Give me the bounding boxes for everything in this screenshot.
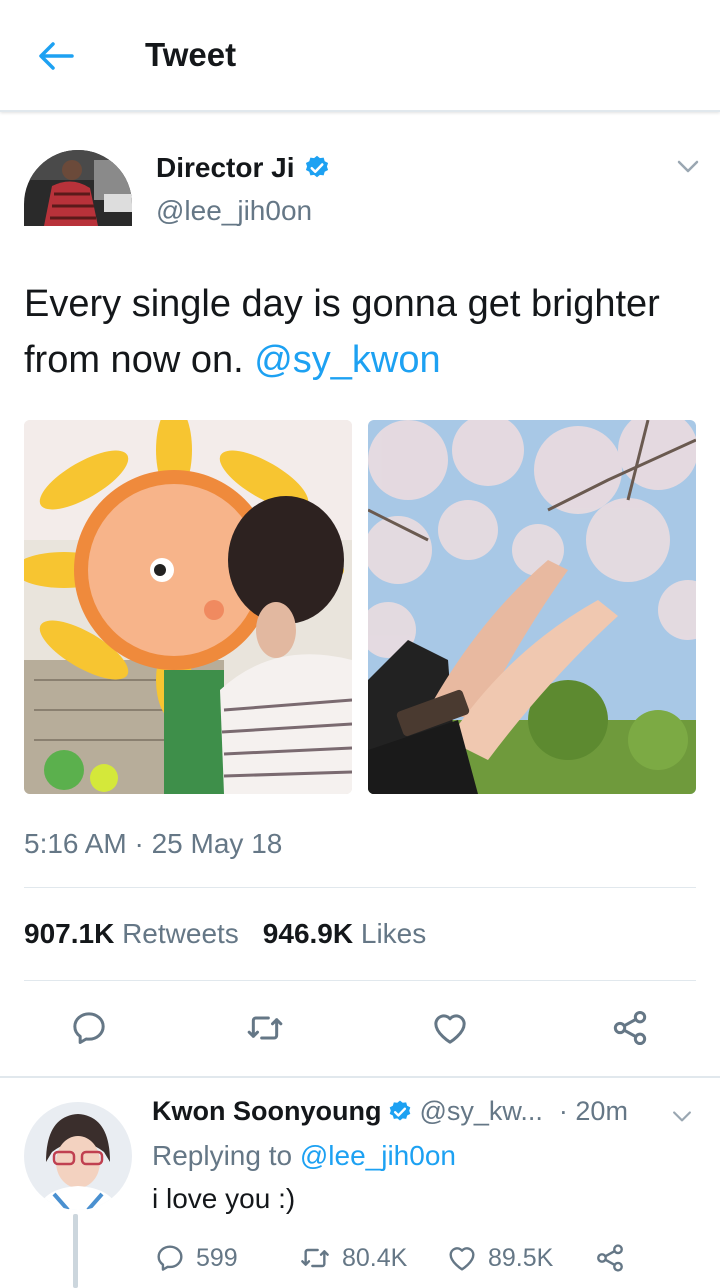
verified-badge-icon <box>390 1100 411 1121</box>
divider <box>24 887 696 888</box>
like-icon <box>434 1014 466 1044</box>
tweet-text: Every single day is gonna get brighter f… <box>24 276 694 388</box>
likes-stat[interactable]: 946.9K Likes <box>263 918 426 950</box>
tweet-photo-hands[interactable] <box>368 420 696 794</box>
reply-button[interactable] <box>67 1006 111 1050</box>
reply-share-button[interactable] <box>594 1238 626 1278</box>
retweets-label: Retweets <box>122 918 239 949</box>
verified-badge-icon <box>305 155 328 178</box>
reply-author-handle[interactable]: @sy_kw... <box>419 1096 542 1127</box>
author-avatar[interactable] <box>24 150 132 226</box>
share-button[interactable] <box>608 1006 652 1050</box>
reply-icon <box>73 1012 105 1044</box>
likes-count: 946.9K <box>262 918 354 949</box>
reply-reply-button[interactable]: 599 <box>154 1238 238 1278</box>
share-icon <box>597 1244 623 1272</box>
retweet-icon <box>247 1016 283 1040</box>
tweet-menu-button[interactable] <box>672 150 704 182</box>
author-handle[interactable]: @lee_jih0on <box>156 195 312 227</box>
replying-to-link[interactable]: @lee_jih0on <box>300 1140 456 1171</box>
reply-icon <box>157 1245 183 1271</box>
reply-menu-button[interactable] <box>668 1102 696 1130</box>
reply-text: i love you :) <box>152 1183 296 1214</box>
hands-photo-image <box>368 420 696 794</box>
reply-reply-count: 599 <box>196 1243 238 1272</box>
sunflower-photo-image <box>24 420 352 794</box>
replying-to: Replying to @lee_jih0on <box>152 1140 456 1172</box>
retweet-icon <box>301 1248 329 1268</box>
author-name-text: Director Ji <box>156 152 295 183</box>
top-bar: Tweet <box>0 0 720 112</box>
avatar-photo <box>24 150 132 226</box>
reply-retweet-button[interactable]: 80.4K <box>298 1238 407 1278</box>
reply-time: · 20m <box>558 1096 628 1126</box>
reply-like-button[interactable]: 89.5K <box>446 1238 553 1278</box>
reply-like-count: 89.5K <box>488 1243 554 1272</box>
page-title: Tweet <box>145 36 237 73</box>
like-icon <box>449 1247 475 1271</box>
tweet-mention-link[interactable]: @sy_kwon <box>254 339 440 381</box>
chevron-down-icon <box>673 1111 691 1122</box>
like-button[interactable] <box>428 1006 472 1050</box>
thread-line <box>73 1214 78 1288</box>
author-name[interactable]: Director Ji <box>156 152 331 184</box>
tweet-photo-sunflower[interactable] <box>24 420 352 794</box>
tweet-timestamp: 5:16 AM · 25 May 18 <box>24 828 283 859</box>
section-divider <box>0 1076 720 1078</box>
divider <box>24 980 696 981</box>
share-icon <box>613 1011 647 1045</box>
retweet-button[interactable] <box>243 1006 287 1050</box>
reply-author-name[interactable]: Kwon Soonyoung <box>152 1096 381 1127</box>
reply-author-avatar[interactable] <box>24 1102 132 1210</box>
replying-prefix: Replying to <box>152 1140 300 1171</box>
reply-retweet-count: 80.4K <box>342 1243 408 1272</box>
tweet-stats: 907.1K Retweets 946.9K Likes <box>24 918 426 950</box>
back-arrow-icon <box>39 42 74 70</box>
likes-label: Likes <box>360 918 427 949</box>
reply-header: Kwon Soonyoung @sy_kw... · 20m <box>152 1096 628 1127</box>
reply-avatar-photo <box>24 1102 132 1210</box>
chevron-down-icon <box>677 160 699 173</box>
back-button[interactable] <box>30 34 82 78</box>
retweets-stat[interactable]: 907.1K Retweets <box>24 918 239 950</box>
retweets-count: 907.1K <box>24 918 115 949</box>
